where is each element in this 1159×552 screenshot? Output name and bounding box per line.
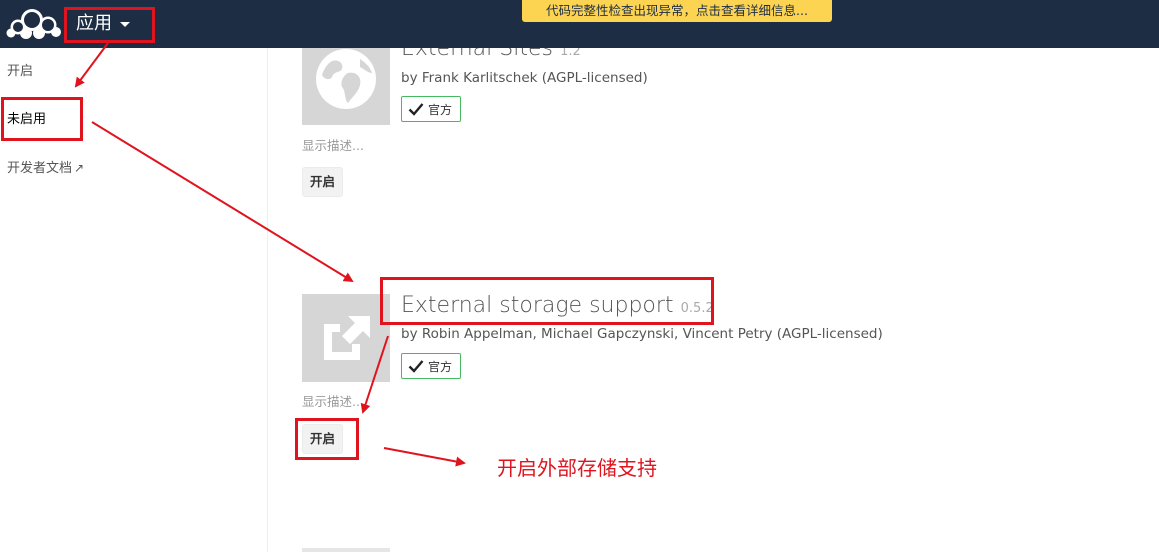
checkmark-icon — [408, 360, 424, 373]
external-link-arrow-icon: ↗ — [74, 161, 85, 175]
header-bar: 应用 代码完整性检查出现异常，点击查看详细信息... — [0, 0, 1159, 48]
app-version: 1.2 — [560, 48, 581, 59]
official-badge: 官方 — [401, 96, 462, 122]
show-description-link[interactable]: 显示描述... — [302, 135, 364, 154]
app-title: External Sites 1.2 — [401, 48, 581, 61]
checkmark-icon — [408, 103, 424, 116]
official-badge-label: 官方 — [428, 102, 453, 117]
integrity-warning-banner[interactable]: 代码完整性检查出现异常，点击查看详细信息... — [522, 0, 832, 22]
official-badge: 官方 — [401, 353, 462, 379]
annotation-box-not-enabled — [1, 97, 83, 141]
next-app-icon-tile — [302, 548, 390, 552]
owncloud-logo-icon[interactable] — [6, 6, 62, 40]
sidebar-item-enabled[interactable]: 开启 — [7, 62, 33, 82]
annotation-caption: 开启外部存储支持 — [497, 456, 657, 480]
app-icon-tile — [302, 48, 390, 125]
developer-docs-label: 开发者文档 — [7, 161, 73, 176]
official-badge-label: 官方 — [428, 359, 453, 374]
globe-icon — [316, 49, 376, 109]
app-author: by Robin Appelman, Michael Gapczynski, V… — [401, 326, 883, 342]
sidebar-item-developer-docs[interactable]: 开发者文档 ↗ — [7, 158, 84, 179]
app-author: by Frank Karlitschek (AGPL-licensed) — [401, 70, 648, 86]
app-icon-tile — [302, 294, 390, 382]
enable-button[interactable]: 开启 — [302, 167, 344, 197]
annotation-box-app-title — [380, 277, 714, 325]
annotation-box-enable-button — [295, 418, 359, 460]
annotation-box-app-menu — [64, 7, 155, 43]
app-name: External Sites — [401, 48, 553, 61]
external-link-icon — [324, 316, 370, 360]
show-description-link[interactable]: 显示描述... — [302, 391, 364, 410]
